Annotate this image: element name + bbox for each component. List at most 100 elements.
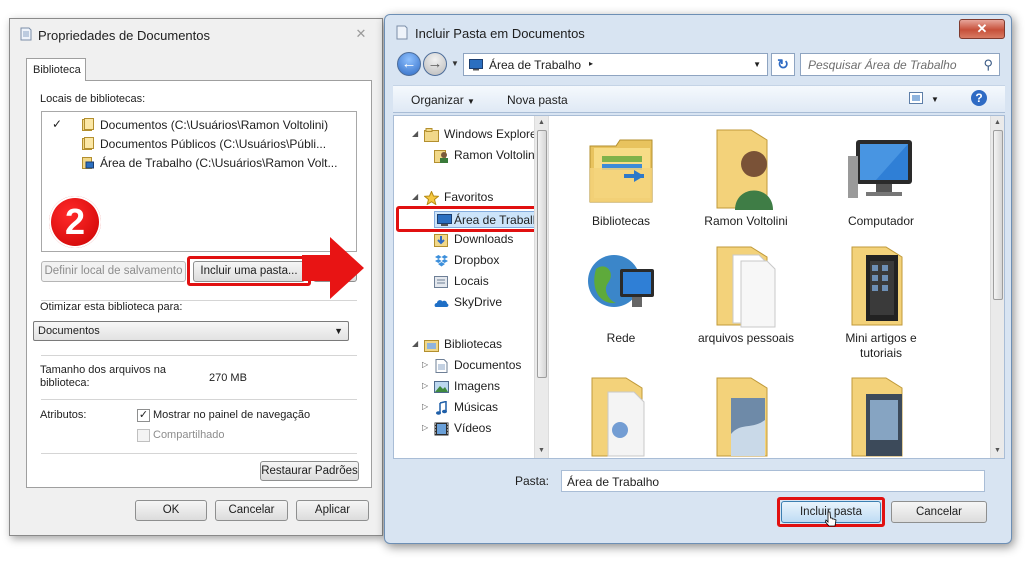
location-path: Documentos Públicos (C:\Usuários\Públi..… [100, 137, 327, 151]
videos-icon [434, 422, 449, 436]
dropbox-icon [435, 255, 448, 267]
network-globe-icon [588, 255, 654, 307]
desktop-folder-icon [82, 157, 94, 169]
items-scrollbar[interactable]: ▲ ▼ [990, 116, 1004, 458]
list-item[interactable]: Documentos Públicos (C:\Usuários\Públi..… [42, 134, 356, 153]
refresh-icon: ↻ [777, 56, 789, 72]
organize-menu[interactable]: Organizar ▼ [411, 93, 475, 107]
scroll-up-icon[interactable]: ▲ [538, 119, 545, 126]
new-folder-button[interactable]: Nova pasta [507, 93, 568, 107]
optimize-value: Documentos [38, 325, 100, 337]
folder-input[interactable]: Área de Trabalho [561, 470, 985, 492]
highlight-box [187, 256, 311, 286]
downloads-icon [434, 234, 448, 247]
scroll-down-icon[interactable]: ▼ [538, 447, 545, 454]
forward-button[interactable]: → [423, 52, 447, 76]
star-icon [424, 191, 439, 205]
attributes-label: Atributos: [40, 409, 87, 421]
breadcrumb-arrow-icon[interactable]: ▸ [589, 59, 593, 68]
folder-icon [82, 137, 94, 150]
default-save-check-icon: ✓ [52, 117, 63, 131]
expander-icon[interactable]: ◢ [412, 192, 418, 201]
restore-defaults-button[interactable]: Restaurar Padrões [260, 461, 359, 481]
apply-button[interactable]: Aplicar [296, 500, 369, 521]
desktop-icon [469, 59, 483, 71]
list-item[interactable]: ✓ Documentos (C:\Usuários\Ramon Voltolin… [42, 115, 356, 134]
optimize-select[interactable]: Documentos ▼ [33, 321, 349, 341]
folder-label: Pasta: [515, 474, 550, 488]
show-in-nav-label: Mostrar no painel de navegação [153, 409, 311, 421]
item-label: Computador [847, 214, 915, 228]
nav-label: Ramon Voltolini [454, 148, 538, 162]
help-icon[interactable]: ? [971, 90, 987, 106]
close-button[interactable]: ✕ [348, 25, 374, 42]
tab-biblioteca[interactable]: Biblioteca [26, 58, 86, 81]
nav-label: Documentos [454, 358, 522, 372]
location-path: Documentos (C:\Usuários\Ramon Voltolini) [100, 118, 329, 132]
shared-checkbox[interactable] [137, 429, 150, 442]
windows-explorer-icon [424, 128, 439, 142]
libraries-folder-icon [589, 139, 653, 203]
expander-icon[interactable]: ◢ [412, 129, 418, 138]
dialog-title: Incluir Pasta em Documentos [415, 26, 585, 41]
expander-icon[interactable]: ◢ [412, 339, 418, 348]
scroll-up-icon[interactable]: ▲ [994, 119, 1001, 126]
chevron-down-icon: ▼ [334, 326, 343, 336]
nav-label: Windows Explorer [444, 127, 541, 141]
list-item[interactable]: Área de Trabalho (C:\Usuários\Ramon Volt… [42, 153, 356, 172]
expander-icon[interactable]: ▷ [422, 423, 428, 432]
chevron-down-icon[interactable]: ▼ [931, 95, 939, 104]
arrow-left-icon: ← [401, 55, 417, 72]
item-label: Bibliotecas [591, 214, 651, 228]
show-in-nav-checkbox[interactable]: ✓ [137, 409, 150, 422]
scroll-down-icon[interactable]: ▼ [994, 447, 1001, 454]
refresh-button[interactable]: ↻ [771, 53, 795, 76]
search-input[interactable]: Pesquisar Área de Trabalho ⚲ [800, 53, 1000, 76]
ok-button[interactable]: OK [135, 500, 207, 521]
optimize-label: Otimizar esta biblioteca para: [40, 301, 183, 313]
item-label: Mini artigos e tutoriais [845, 331, 917, 360]
nav-label: SkyDrive [454, 295, 503, 309]
step-number-badge: 2 [49, 196, 101, 248]
expander-icon[interactable]: ▷ [422, 402, 428, 411]
navigation-pane: ◢ Windows Explorer Ramon Voltolini ◢ Fav… [394, 116, 549, 458]
set-save-location-button[interactable]: Definir local de salvamento [41, 261, 186, 282]
folder-icon [716, 246, 776, 328]
dialog-title: Propriedades de Documentos [38, 28, 210, 43]
nav-label: Favoritos [444, 190, 494, 204]
red-arrow-icon [302, 237, 364, 299]
view-options-icon[interactable] [909, 92, 923, 107]
highlight-box [396, 206, 538, 232]
expander-icon[interactable]: ▷ [422, 381, 428, 390]
scroll-thumb[interactable] [537, 130, 547, 378]
scroll-thumb[interactable] [993, 130, 1003, 300]
size-value: 270 MB [209, 372, 247, 384]
music-icon [436, 401, 447, 415]
locations-label: Locais de bibliotecas: [40, 93, 146, 105]
mouse-cursor-icon [825, 511, 837, 527]
skydrive-icon [434, 300, 449, 307]
cancel-button[interactable]: Cancelar [891, 501, 987, 523]
folder-icon [591, 377, 645, 457]
computer-icon [848, 140, 912, 198]
include-folder-dialog: Incluir Pasta em Documentos ✕ ← → ▼ Área… [384, 14, 1012, 544]
folder-icon [82, 118, 94, 131]
pictures-icon [434, 381, 449, 393]
nav-label: Locais [454, 274, 489, 288]
organize-label: Organizar [411, 93, 464, 107]
library-icon [396, 25, 408, 40]
divider [41, 399, 357, 400]
locais-icon [434, 276, 448, 288]
chevron-down-icon[interactable]: ▼ [753, 60, 761, 69]
history-dropdown-icon[interactable]: ▼ [451, 59, 459, 68]
address-bar[interactable]: Área de Trabalho ▸ ▼ [463, 53, 768, 76]
search-icon: ⚲ [983, 57, 993, 72]
search-placeholder: Pesquisar Área de Trabalho [808, 58, 957, 72]
nav-scrollbar[interactable]: ▲ ▼ [534, 116, 548, 458]
cancel-button[interactable]: Cancelar [215, 500, 288, 521]
back-button[interactable]: ← [397, 52, 421, 76]
location-path: Área de Trabalho (C:\Usuários\Ramon Volt… [100, 156, 338, 170]
documents-icon [435, 359, 448, 373]
expander-icon[interactable]: ▷ [422, 360, 428, 369]
close-button[interactable]: ✕ [959, 19, 1005, 39]
